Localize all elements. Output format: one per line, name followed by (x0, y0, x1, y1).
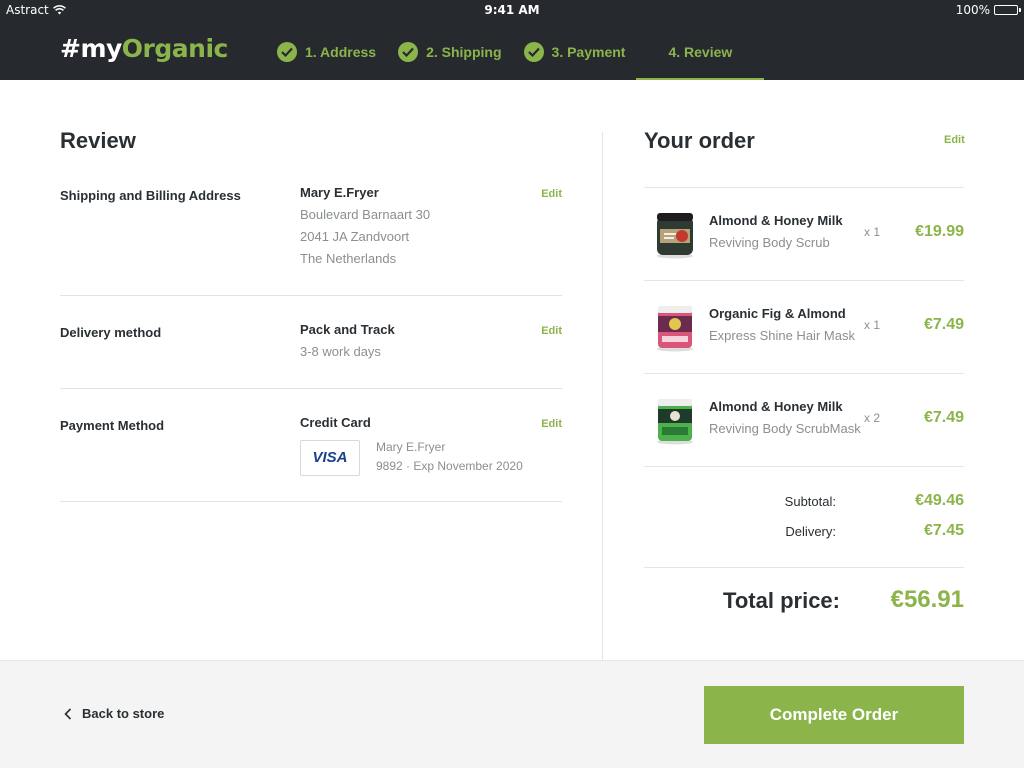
card-holder: Mary E.Fryer (376, 440, 446, 454)
logo-hash: #my (60, 34, 122, 63)
item-qty: x 1 (864, 318, 881, 332)
step-label: 1. Address (305, 44, 377, 60)
order-item: Almond & Honey Milk Reviving Body Scrub … (644, 187, 964, 279)
item-name: Almond & Honey Milk (709, 399, 843, 414)
shipping-address-section: Shipping and Billing Address Mary E.Frye… (60, 185, 562, 296)
check-circle-icon (398, 42, 419, 62)
edit-order-link[interactable]: Edit (944, 134, 965, 146)
subtotal-value: €49.46 (915, 492, 964, 509)
step-address[interactable]: 1. Address (266, 24, 387, 80)
delivery-cost-label: Delivery: (785, 524, 836, 539)
item-qty: x 2 (864, 411, 881, 425)
step-label: 2. Shipping (426, 44, 502, 60)
item-price: €7.49 (923, 409, 964, 426)
visa-card-icon: VISA (300, 440, 360, 476)
shipping-country: The Netherlands (300, 251, 397, 266)
jar-green-icon (657, 399, 693, 445)
check-circle-icon (523, 42, 544, 62)
shipping-city: 2041 JA Zandvoort (300, 229, 410, 244)
total-label: Total price: (723, 588, 840, 613)
checkout-steps: 1. Address 2. Shipping 3. Payment 4. Rev… (266, 24, 765, 80)
edit-delivery-link[interactable]: Edit (541, 325, 562, 337)
item-desc: Express Shine Hair Mask (709, 328, 855, 343)
order-item: Almond & Honey Milk Reviving Body ScrubM… (644, 373, 964, 465)
payment-label: Payment Method (60, 418, 165, 433)
payment-details: Credit Card VISA Mary E.Fryer 9892 · Exp… (300, 412, 560, 476)
item-price: €19.99 (915, 223, 964, 240)
column-divider (602, 132, 603, 660)
chevron-left-icon (64, 707, 72, 720)
review-title: Review (60, 128, 136, 153)
delivery-method-section: Delivery method Pack and Track 3-8 work … (60, 296, 562, 389)
payment-method-section: Payment Method Credit Card VISA Mary E.F… (60, 389, 562, 502)
item-price: €7.49 (923, 316, 964, 333)
delivery-row: Delivery: €7.45 (644, 522, 964, 544)
card-details: 9892 · Exp November 2020 (376, 459, 523, 473)
status-time: 9:41 AM (484, 3, 540, 17)
battery-percent: 100% (955, 3, 990, 17)
subtotal-label: Subtotal: (784, 494, 836, 509)
jar-dark-icon (657, 213, 693, 259)
footer-bar: Back to store Complete Order (0, 660, 1024, 768)
edit-shipping-link[interactable]: Edit (541, 188, 562, 200)
shipping-name: Mary E.Fryer (300, 185, 379, 200)
battery-icon (994, 5, 1021, 15)
order-title: Your order (644, 128, 755, 153)
delivery-details: Pack and Track 3-8 work days (300, 319, 395, 363)
item-name: Almond & Honey Milk (709, 213, 843, 228)
step-label: 3. Payment (551, 44, 626, 60)
back-to-store-link[interactable]: Back to store (64, 706, 164, 721)
step-payment[interactable]: 3. Payment (513, 24, 637, 80)
order-item: Organic Fig & Almond Express Shine Hair … (644, 280, 964, 372)
card-row: VISA Mary E.Fryer 9892 · Exp November 20… (300, 440, 560, 476)
logo-brand: Organic (121, 34, 229, 63)
edit-payment-link[interactable]: Edit (541, 418, 562, 430)
item-desc: Reviving Body Scrub (709, 235, 830, 250)
step-review[interactable]: 4. Review (636, 24, 765, 80)
check-circle-icon (277, 42, 297, 62)
item-qty: x 1 (864, 225, 881, 239)
payment-method: Credit Card (300, 415, 371, 430)
status-right: 100% (955, 3, 1021, 17)
divider (644, 567, 964, 568)
delivery-label: Delivery method (60, 325, 162, 340)
item-desc: Reviving Body ScrubMask (709, 421, 861, 436)
total-value: €56.91 (890, 586, 964, 613)
card-info: Mary E.Fryer 9892 · Exp November 2020 (376, 438, 523, 476)
logo[interactable]: #myOrganic (60, 34, 228, 63)
step-shipping[interactable]: 2. Shipping (387, 24, 512, 80)
item-name: Organic Fig & Almond (709, 306, 846, 321)
complete-order-button[interactable]: Complete Order (704, 686, 964, 744)
delivery-method: Pack and Track (300, 322, 395, 337)
divider (644, 466, 964, 467)
back-label: Back to store (82, 706, 165, 721)
shipping-address: Mary E.Fryer Boulevard Barnaart 30 2041 … (300, 182, 430, 270)
status-bar: Astract 9:41 AM 100% (0, 0, 1024, 20)
shipping-label: Shipping and Billing Address (60, 188, 241, 203)
subtotal-row: Subtotal: €49.46 (644, 492, 964, 514)
delivery-time: 3-8 work days (300, 344, 381, 359)
top-bar: Astract 9:41 AM 100% #myOrganic 1. Addre… (0, 0, 1024, 80)
jar-pink-icon (657, 306, 693, 352)
step-label: 4. Review (668, 44, 733, 60)
shipping-street: Boulevard Barnaart 30 (300, 207, 431, 222)
delivery-cost-value: €7.45 (923, 522, 964, 539)
